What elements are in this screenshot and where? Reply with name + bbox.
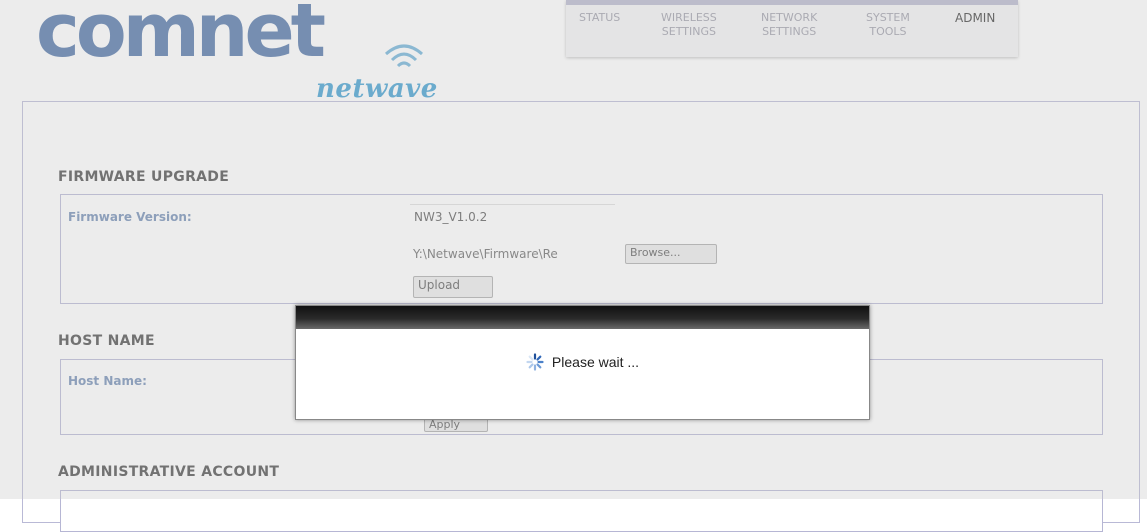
- please-wait-text: Please wait ...: [551, 354, 640, 370]
- page: comnet netwave STATUS WIRELESS SETTINGS …: [0, 0, 1147, 532]
- spinner-icon: [526, 353, 544, 371]
- dialog-message: Please wait ...: [296, 353, 869, 371]
- modal-backdrop: [0, 0, 1147, 499]
- dialog-header-bar: [296, 306, 869, 329]
- please-wait-dialog: Please wait ...: [295, 305, 870, 420]
